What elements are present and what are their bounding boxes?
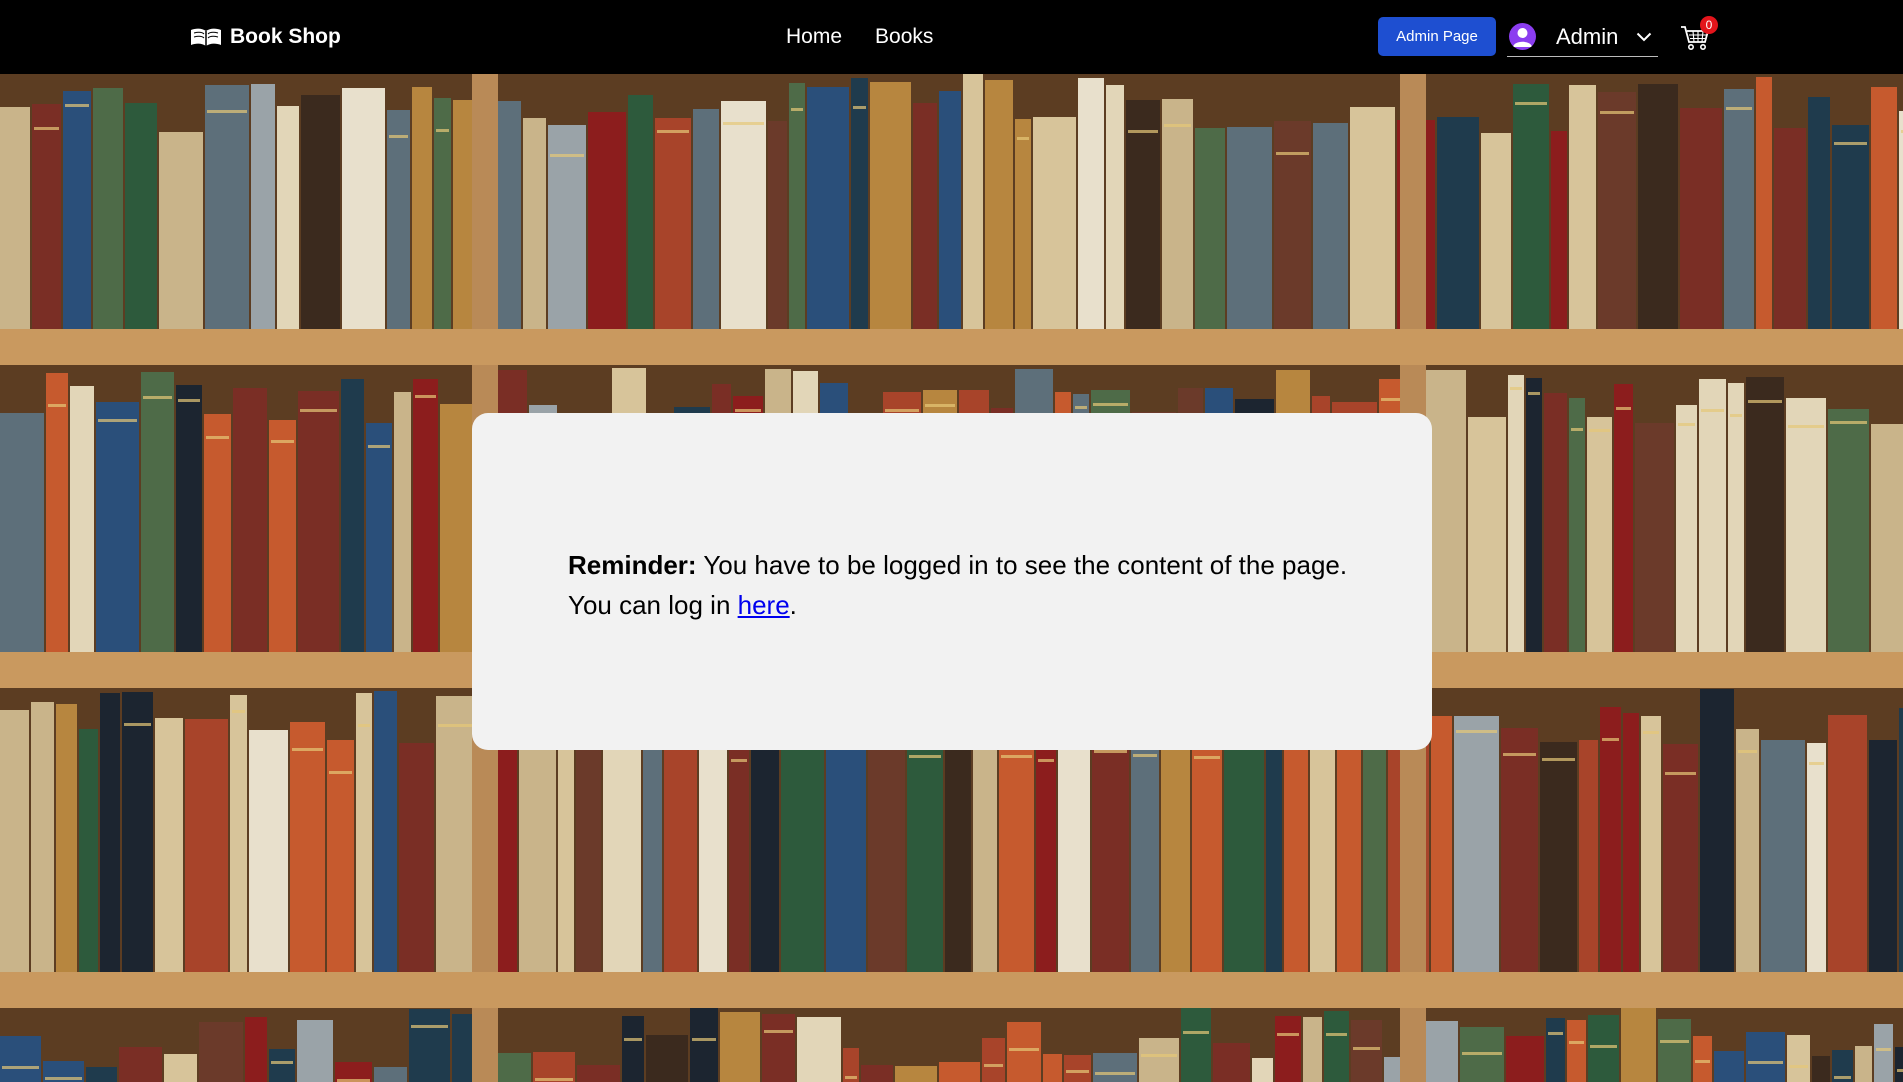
- cart-count-badge: 0: [1700, 16, 1718, 34]
- chevron-down-icon: [1636, 32, 1652, 41]
- reminder-message: Reminder: You have to be logged in to se…: [568, 545, 1358, 625]
- open-book-icon: [191, 28, 221, 46]
- brand-title: Book Shop: [230, 25, 341, 48]
- reminder-trailing: .: [789, 590, 797, 620]
- page: Book Shop Home Books Admin Page Admin 0 …: [0, 0, 1903, 1082]
- reminder-label: Reminder:: [568, 550, 697, 580]
- main-nav: Home Books: [786, 22, 933, 52]
- nav-home-link[interactable]: Home: [786, 25, 842, 49]
- user-avatar-icon: [1509, 23, 1536, 50]
- nav-books-link[interactable]: Books: [875, 25, 933, 49]
- username-label: Admin: [1556, 23, 1619, 49]
- top-navbar: Book Shop Home Books Admin Page Admin 0: [0, 0, 1903, 74]
- user-menu-dropdown[interactable]: Admin: [1507, 17, 1658, 57]
- admin-page-button[interactable]: Admin Page: [1378, 17, 1496, 56]
- login-reminder-card: Reminder: You have to be logged in to se…: [472, 413, 1432, 750]
- brand-link[interactable]: Book Shop: [190, 22, 341, 52]
- login-link[interactable]: here: [738, 590, 790, 620]
